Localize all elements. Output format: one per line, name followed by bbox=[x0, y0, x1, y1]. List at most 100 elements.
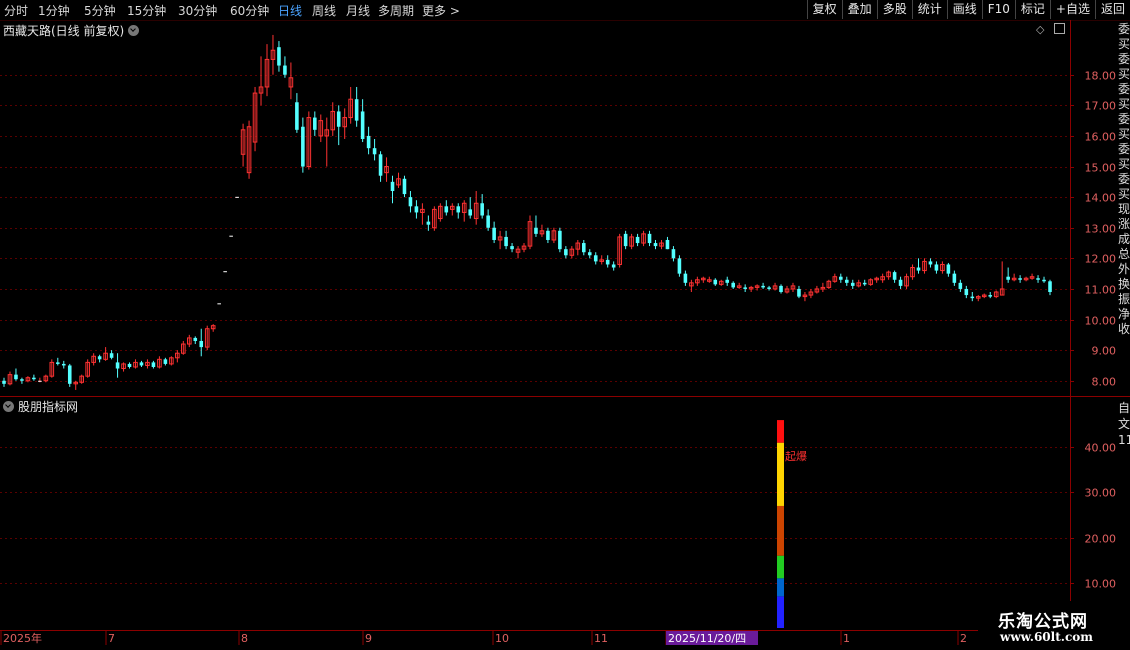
candle-body bbox=[826, 280, 832, 288]
diamond-icon[interactable]: ◇ bbox=[1036, 23, 1044, 36]
stock-title-text: 西藏天路(日线 前复权) bbox=[3, 24, 125, 38]
candle-body bbox=[731, 282, 736, 288]
candle-body bbox=[270, 49, 276, 60]
period-tab[interactable]: 1分钟 bbox=[38, 2, 70, 19]
indicator-title[interactable]: 股朋指标网 bbox=[3, 398, 78, 415]
candle-body bbox=[461, 202, 467, 213]
candle-body bbox=[378, 154, 383, 176]
mark-button[interactable]: 标记 bbox=[1014, 0, 1050, 19]
fuquan-button[interactable]: 复权 bbox=[806, 0, 842, 19]
price-tick-label: 10.00 bbox=[1085, 315, 1117, 328]
back-button[interactable]: 返回 bbox=[1094, 0, 1130, 19]
price-tick-label: 11.00 bbox=[1085, 284, 1117, 297]
candle-body bbox=[97, 356, 102, 360]
period-tab[interactable]: 多周期 bbox=[378, 2, 414, 19]
candle-body bbox=[981, 294, 987, 298]
candle-body bbox=[14, 374, 18, 380]
chevron-down-icon[interactable] bbox=[3, 401, 14, 412]
candle-body bbox=[999, 288, 1005, 296]
candle-body bbox=[934, 264, 939, 271]
candle-body bbox=[426, 221, 431, 225]
candle-body bbox=[558, 230, 562, 250]
candle-body bbox=[856, 282, 862, 287]
candle-body bbox=[79, 375, 84, 383]
candle-body bbox=[695, 279, 700, 284]
logo-url: www.60lt.com bbox=[1000, 630, 1093, 644]
candle-body bbox=[886, 271, 891, 278]
candle-body bbox=[1029, 276, 1035, 279]
candle-body bbox=[497, 236, 503, 241]
chevron-down-icon[interactable] bbox=[128, 25, 140, 36]
candle-body bbox=[898, 279, 903, 286]
candle-body bbox=[683, 273, 688, 283]
date-highlight bbox=[666, 631, 758, 645]
add-watchlist-button[interactable]: +自选 bbox=[1049, 0, 1095, 19]
candle-body bbox=[139, 362, 144, 366]
candle-body bbox=[43, 375, 49, 382]
candle-body bbox=[348, 98, 353, 119]
period-tab[interactable]: 周线 bbox=[312, 2, 336, 19]
candle-body bbox=[306, 117, 312, 168]
candle-body bbox=[145, 361, 150, 366]
kline-chart[interactable]: 起爆 8.00 9.00 10.00 11.00 12.00 13.00 14.00 15.0… bbox=[0, 0, 1130, 650]
candle-body bbox=[372, 148, 377, 155]
candle-body bbox=[940, 263, 945, 272]
period-toolbar: 分时 1分钟 5分钟 15分钟 30分钟 60分钟 日线 周线 月线 多周期 更… bbox=[0, 0, 1130, 21]
more-menu[interactable]: 更多 > bbox=[422, 2, 460, 19]
period-tab[interactable]: 分时 bbox=[4, 2, 28, 19]
period-tab[interactable]: 月线 bbox=[346, 2, 370, 19]
candle-body bbox=[229, 235, 233, 237]
candle-body bbox=[283, 65, 287, 75]
candle-body bbox=[647, 233, 652, 244]
candle-body bbox=[922, 260, 927, 272]
multi-stock-button[interactable]: 多股 bbox=[876, 0, 912, 19]
side-text: 委买委买委买委买委买委买现涨成总外换振净收 bbox=[1118, 22, 1130, 336]
indicator-tick-label: 20.00 bbox=[1085, 533, 1117, 546]
stats-button[interactable]: 统计 bbox=[911, 0, 947, 19]
signal-bar-segment bbox=[777, 578, 784, 597]
candle-body bbox=[73, 381, 79, 385]
candle-body bbox=[449, 205, 455, 210]
period-tab[interactable]: 60分钟 bbox=[230, 2, 269, 19]
candle-body bbox=[736, 285, 742, 288]
candle-body bbox=[546, 230, 550, 240]
candle-body bbox=[564, 249, 568, 256]
overlay-button[interactable]: 叠加 bbox=[841, 0, 877, 19]
candle-body bbox=[342, 117, 347, 128]
period-tab[interactable]: 15分钟 bbox=[127, 2, 166, 19]
candle-body bbox=[246, 126, 252, 174]
candle-body bbox=[456, 206, 461, 213]
candle-body bbox=[707, 279, 712, 282]
period-tab[interactable]: 30分钟 bbox=[178, 2, 217, 19]
candle-body bbox=[25, 377, 31, 382]
candle-body bbox=[181, 343, 186, 354]
period-tab-active[interactable]: 日线 bbox=[278, 2, 302, 19]
candle-body bbox=[444, 206, 449, 213]
candle-body bbox=[91, 355, 96, 363]
candle-body bbox=[964, 288, 969, 296]
candle-body bbox=[808, 291, 814, 296]
indicator-tick-label: 30.00 bbox=[1085, 487, 1117, 500]
candle-body bbox=[1042, 279, 1046, 282]
candle-body bbox=[892, 272, 897, 280]
signal-bar-segment bbox=[777, 442, 784, 506]
draw-line-button[interactable]: 画线 bbox=[946, 0, 982, 19]
candle-body bbox=[839, 276, 843, 280]
candle-body bbox=[718, 280, 724, 285]
candle-body bbox=[629, 236, 634, 247]
candle-body bbox=[641, 233, 646, 244]
candle-body bbox=[56, 362, 60, 364]
candle-body bbox=[175, 352, 180, 359]
candle-body bbox=[295, 102, 299, 130]
candle-body bbox=[802, 294, 808, 298]
period-tab[interactable]: 5分钟 bbox=[84, 2, 116, 19]
signal-bar-segment bbox=[777, 420, 784, 443]
stock-title[interactable]: 西藏天路(日线 前复权) bbox=[3, 22, 140, 39]
candle-body bbox=[575, 242, 581, 250]
window-toggle-icon[interactable] bbox=[1053, 23, 1065, 34]
candle-body bbox=[1036, 278, 1040, 280]
candle-body bbox=[109, 353, 114, 358]
f10-button[interactable]: F10 bbox=[981, 0, 1015, 19]
price-tick-label: 18.00 bbox=[1085, 70, 1117, 83]
candle-body bbox=[193, 337, 198, 341]
